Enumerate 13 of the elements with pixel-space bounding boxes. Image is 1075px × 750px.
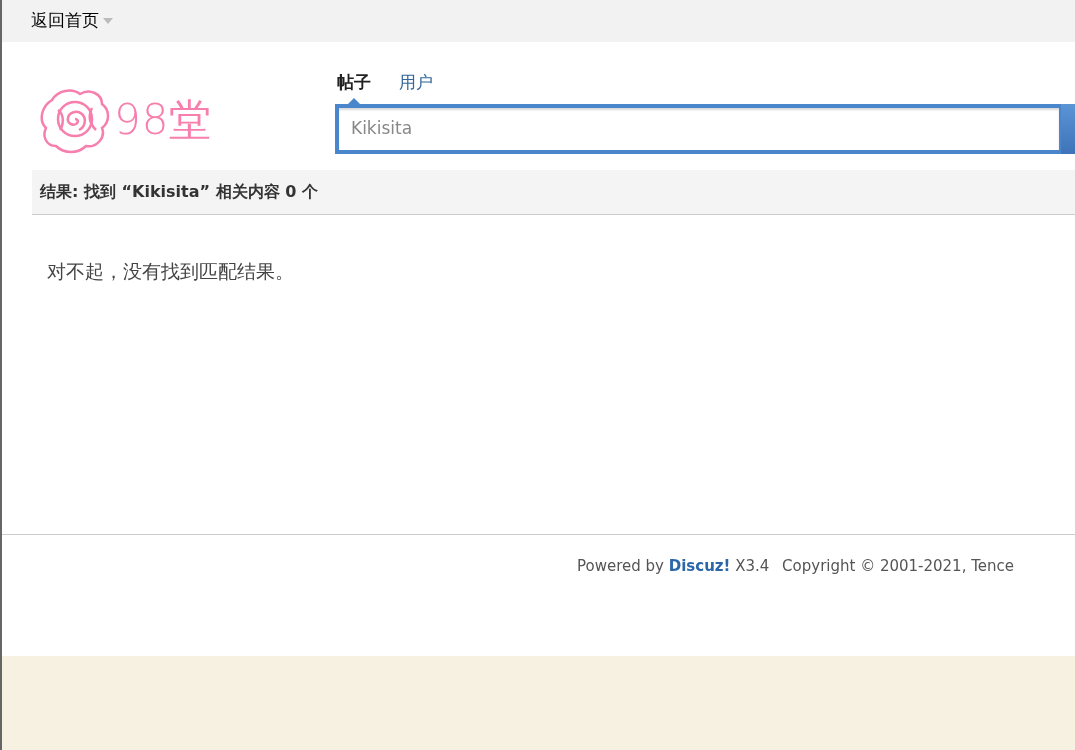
rose-icon [40,86,110,154]
discuz-link[interactable]: Discuz! [668,556,731,575]
search-button[interactable] [1061,103,1075,154]
powered-by-text: Powered by Discuz! X3.4 [577,556,770,575]
copyright-text: Copyright © 2001-2021, Tence [782,556,1015,575]
home-link[interactable]: 返回首页 [31,8,99,34]
search-tab[interactable]: 用户 [397,70,435,104]
caret-icon[interactable] [103,18,113,24]
no-results-message: 对不起，没有找到匹配结果。 [47,259,295,284]
search-field[interactable]: Kikisita [335,103,1061,154]
search-tab[interactable]: 帖子 [335,70,373,104]
logo-text: 98堂 [114,99,213,141]
results-summary: 结果: 找到 “Kikisita” 相关内容 0 个 [32,170,1075,215]
